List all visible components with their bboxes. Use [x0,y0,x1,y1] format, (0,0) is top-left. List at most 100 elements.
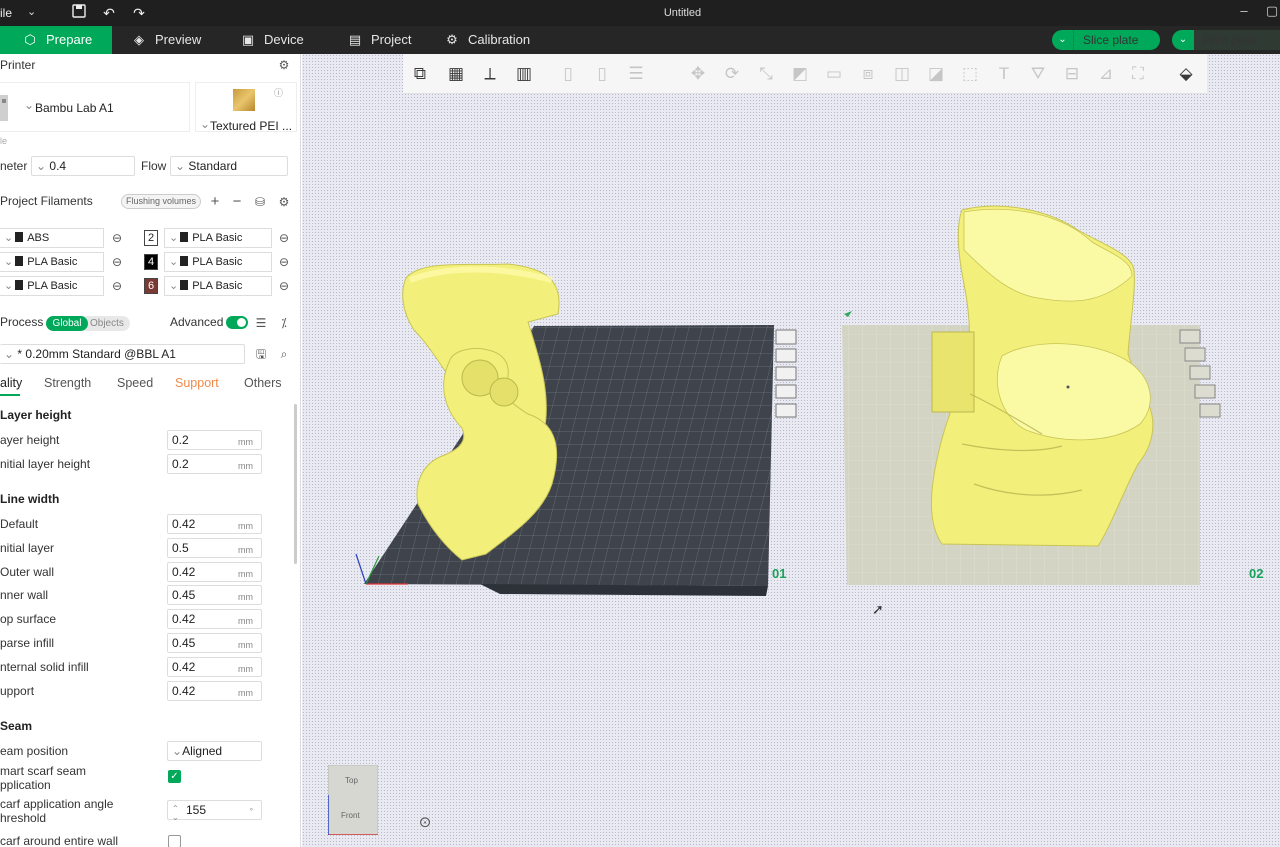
gear-icon[interactable]: ⚙ [277,58,291,72]
cube-icon: ⬡ [24,32,36,47]
plate-type-selector[interactable]: ⓘ ⌄ Textured PEI ... [195,82,297,133]
filament-slot-number[interactable]: 2 [144,230,158,246]
global-option[interactable]: Global [46,316,88,331]
unit-label: mm [238,687,253,698]
compare-icon[interactable]: ⁒ [277,316,291,330]
orient-plate-icon[interactable] [775,348,797,363]
filament-options-icon[interactable]: ⊖ [277,279,291,293]
tab-prepare[interactable]: ⬡ Prepare [0,26,112,54]
line-width-input[interactable]: 0.5 mm [167,537,262,558]
line-width-input[interactable]: 0.42 mm [167,680,262,701]
initial-layer-height-label: nitial layer height [0,457,91,471]
plate-02[interactable] [842,205,1200,585]
tab-support[interactable]: Support [175,376,219,390]
orient-plate-icon[interactable] [1184,347,1206,362]
filament-options-icon[interactable]: ⊖ [277,231,291,245]
line-width-input[interactable]: 0.45 mm [167,633,262,653]
filament-swatch [15,232,24,242]
tab-preview[interactable]: ◈ Preview [131,26,201,54]
filament-slot-number[interactable]: 6 [144,278,158,294]
print-plate-button[interactable]: ⌄ Print plate [1172,30,1280,50]
filament-options-icon[interactable]: ⊖ [110,279,124,293]
minimize-icon[interactable]: – [1234,3,1254,23]
advanced-switch[interactable] [226,316,248,329]
advanced-label: Advanced [170,315,224,329]
line-width-input[interactable]: 0.45 mm [167,585,262,606]
filament-options-icon[interactable]: ⊖ [277,255,291,269]
flow-select[interactable]: ⌄ Standard [170,156,288,176]
search-icon[interactable]: ⌕ [277,347,291,361]
filament-select[interactable]: ⌄ PLA Basic [0,252,104,272]
tab-others[interactable]: Others [244,376,282,390]
filament-swatch [15,256,24,266]
lock-plate-icon[interactable] [775,384,797,399]
chevron-down-icon: ⌄ [36,159,47,173]
remove-icon[interactable]: − [230,194,244,209]
navigation-cube[interactable]: Top Front [328,765,378,835]
filament-select[interactable]: ⌄ PLA Basic [164,276,272,296]
unit-label: mm [238,663,253,674]
3d-viewport[interactable]: ⧉ ▦ ⟂ ▥ ▯ ▯ ☰ ✥ ⟳ ⤡ ◩ ▭ ⧈ ◫ ◪ ⬚ T ⛛ ⊟ ⊿ … [302,54,1280,847]
plate-01[interactable] [355,263,774,596]
tab-quality[interactable]: ality [0,376,22,390]
save-icon[interactable]: 🖫 [254,347,268,361]
tab-project[interactable]: ▤ Project [347,26,412,54]
slice-plate-button[interactable]: ⌄ Slice plate [1052,30,1160,50]
filament-slot-number[interactable]: 4 [144,254,158,270]
tab-strength[interactable]: Strength [44,376,91,390]
filament-select[interactable]: ⌄ ABS [0,228,104,248]
nozzle-diameter-select[interactable]: ⌄ 0.4 [31,156,135,176]
list-icon[interactable]: ☰ [254,316,268,330]
arrange-plate-icon[interactable] [775,366,797,381]
nozzle-value: 0.4 [49,159,67,173]
process-preset-select[interactable]: ⌄ * 0.20mm Standard @BBL A1 [0,344,245,364]
tab-device[interactable]: ▣ Device [240,26,304,54]
flushing-volumes-button[interactable]: Flushing volumes [121,194,202,209]
printer-selector[interactable]: ⌄ Bambu Lab A1 [0,82,190,132]
tab-calibration[interactable]: ⚙ Calibration [444,26,530,54]
camera-view-icon[interactable]: ⊙ [415,813,435,833]
plate-settings-icon[interactable] [775,403,797,418]
spinner-down-icon[interactable]: ⌄ [172,809,179,827]
initial-layer-height-value: 0.2 [172,457,189,471]
info-icon[interactable]: ⓘ [274,86,283,99]
chevron-down-icon[interactable]: ⌄ [1052,30,1074,50]
plate-type-label: Textured PEI ... [210,119,293,133]
line-width-input[interactable]: 0.42 mm [167,609,262,630]
filament-options-icon[interactable]: ⊖ [110,255,124,269]
layer-height-input[interactable]: 0.2 mm [167,430,262,450]
scene[interactable] [302,54,1280,847]
close-plate-icon[interactable] [1179,329,1201,344]
scarf-entire-wall-checkbox[interactable] [168,835,181,847]
objects-option[interactable]: Objects [90,316,124,331]
scarf-angle-value: 155 [186,803,207,817]
filament-options-icon[interactable]: ⊖ [110,231,124,245]
sync-ams-icon[interactable]: ⛁ [253,195,267,209]
settings-scrollbar[interactable] [294,404,297,564]
nozzle-diameter-label: neter [0,159,28,173]
filament-select[interactable]: ⌄ PLA Basic [164,252,272,272]
chevron-down-icon[interactable]: ⌄ [1172,30,1194,50]
process-scope-toggle[interactable]: Global Objects [46,316,130,331]
tab-speed[interactable]: Speed [117,376,153,390]
add-icon[interactable]: + [208,194,222,209]
line-width-input[interactable]: 0.42 mm [167,561,262,582]
lock-plate-icon[interactable] [1194,384,1216,399]
close-plate-icon[interactable] [775,329,797,345]
seam-position-select[interactable]: ⌄Aligned [167,741,262,761]
maximize-icon[interactable]: ▢ [1262,3,1280,23]
filament-select[interactable]: ⌄ PLA Basic [0,276,104,296]
line-width-value: 0.42 [172,564,196,579]
initial-layer-height-input[interactable]: 0.2 mm [167,454,262,474]
scarf-angle-spinner[interactable]: ⌃ ⌄ 155 ° [167,800,262,822]
smart-scarf-checkbox[interactable]: ✓ [168,770,181,783]
flow-value: Standard [188,159,238,173]
arrange-plate-icon[interactable] [1189,365,1211,380]
filament-select[interactable]: ⌄ PLA Basic [164,228,272,248]
line-width-input[interactable]: 0.42 mm [167,514,262,534]
line-width-input[interactable]: 0.42 mm [167,656,262,677]
layers-icon: ◈ [134,32,144,47]
plate-settings-icon[interactable] [1199,403,1221,418]
mouse-pointer-icon: ➚ [872,601,884,617]
gear-icon[interactable]: ⚙ [277,195,291,209]
